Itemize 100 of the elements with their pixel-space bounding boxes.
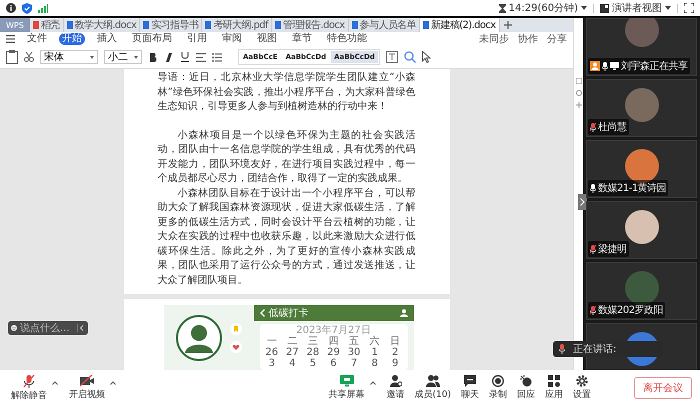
toolbar-action[interactable]: 未同步 xyxy=(479,32,509,46)
participant-tile[interactable]: 刘宇森正在共享 xyxy=(586,18,697,76)
menu-tab[interactable]: 引用 xyxy=(184,33,210,45)
avatar-photo-placeholder xyxy=(624,210,658,244)
chevron-right-icon xyxy=(580,198,585,206)
search-icon[interactable] xyxy=(404,51,416,63)
participant-tile[interactable]: 数媒202罗政阳 xyxy=(586,262,697,320)
menu-tab[interactable]: 视图 xyxy=(254,33,280,45)
calendar-day[interactable]: 3 xyxy=(262,358,282,369)
calendar-day[interactable]: 4 xyxy=(282,358,303,369)
calendar-day[interactable]: 30 xyxy=(344,347,364,358)
paste-icon[interactable] xyxy=(6,50,18,64)
user-icon xyxy=(400,309,408,317)
calendar-day[interactable]: 5 xyxy=(302,358,324,369)
leave-meeting-button[interactable]: 离开会议 xyxy=(634,377,692,399)
document-tab[interactable]: 实习指导书 xyxy=(140,18,202,32)
meeting-timer[interactable]: 14:29(60分钟) xyxy=(498,1,587,15)
toolbar-button[interactable]: 回应 xyxy=(514,375,538,401)
font-name-field[interactable]: 宋体 xyxy=(40,50,98,64)
user-silhouette-icon xyxy=(176,314,222,360)
scissors-icon[interactable] xyxy=(24,52,34,62)
calendar-day[interactable]: 1 xyxy=(364,347,385,358)
bookmark-icon xyxy=(230,322,242,334)
menu-tab[interactable]: 文件 xyxy=(24,33,50,45)
dropdown-icon xyxy=(581,6,587,10)
document-tab[interactable]: 稻壳 xyxy=(30,18,64,32)
cursor-icon[interactable] xyxy=(422,51,431,63)
weekday-label: 二 xyxy=(286,336,298,347)
bold-button[interactable] xyxy=(148,51,158,63)
toolbar-button[interactable]: 共享屏幕 xyxy=(326,375,368,401)
toolbar-button[interactable]: 成员(10) xyxy=(412,375,454,401)
avatar-photo-placeholder xyxy=(624,149,658,183)
calendar-day[interactable]: 28 xyxy=(302,347,324,358)
collapse-panel-button[interactable] xyxy=(578,194,587,210)
paragraph: 导语：近日，北京林业大学信息学院学生团队建立“小森林”绿色环保社会实践，推出小程序平台，为大家科普绿色生态知识，引导更多人参与到植树造林的行动中来！ xyxy=(158,71,416,114)
toolbar-action[interactable]: 协作 xyxy=(518,32,538,46)
view-mode-button[interactable]: 演讲者视图 xyxy=(600,1,671,15)
menu-tab[interactable]: 审阅 xyxy=(219,33,245,45)
info-icon[interactable] xyxy=(6,3,16,13)
calendar-day[interactable]: 29 xyxy=(323,347,344,358)
font-size-field[interactable]: 小二 xyxy=(104,50,142,64)
shield-icon[interactable] xyxy=(22,2,32,14)
italic-button[interactable] xyxy=(164,51,174,63)
document-tab[interactable]: 新建稿(2).docx xyxy=(420,18,500,32)
calendar-day[interactable]: 2 xyxy=(384,347,406,358)
layout-icon xyxy=(600,4,609,12)
weekday-label: 一 xyxy=(266,336,278,347)
calendar-day[interactable]: 8 xyxy=(364,358,385,369)
plus-icon[interactable] xyxy=(504,21,512,29)
chevron-left-icon[interactable] xyxy=(77,324,85,332)
menu-tab[interactable]: 章节 xyxy=(289,33,315,45)
calendar-day[interactable]: 9 xyxy=(384,358,406,369)
toolbar-button[interactable]: 邀请 xyxy=(384,375,408,401)
toolbar-button[interactable]: 开启视频 xyxy=(66,375,108,401)
underline-button[interactable] xyxy=(180,51,190,63)
calendar-day[interactable]: 7 xyxy=(344,358,364,369)
avatar-photo-placeholder xyxy=(624,271,658,305)
toolbar-button[interactable]: 解除静音 xyxy=(8,374,50,402)
paragraph: 小森林团队目标在于设计出一个小程序平台，可以帮助大众了解我国森林资源现状，促进大家低碳生活，了解更多的低碳生活方式，同时会设计平台云植树的功能，让大众在实践的过程中也收获乐趣，以此来激励大众进行低碳环保生活。除此之外，为了更好的宣传小森林实践成果，团队也采用了运行公众号的方式，通过发送推送，让大众了解团队项目。 xyxy=(158,186,416,288)
app-title: 低碳打卡 xyxy=(268,306,308,320)
avatar-photo-placeholder xyxy=(624,18,658,47)
microphone-icon xyxy=(559,344,565,354)
calendar-day[interactable]: 27 xyxy=(282,347,303,358)
participant-name: 杜尚慧 xyxy=(598,120,626,134)
participant-tile[interactable]: 梁捷明 xyxy=(586,201,697,259)
text-tool-icon[interactable] xyxy=(386,51,398,63)
participant-tile[interactable]: 数媒21-1黄诗园 xyxy=(586,140,697,198)
menu-icon[interactable] xyxy=(6,35,15,43)
caret-icon[interactable] xyxy=(52,380,58,384)
participant-name: 数媒202罗政阳 xyxy=(598,304,664,317)
menu-tab[interactable]: 开始 xyxy=(59,33,85,45)
caret-icon[interactable] xyxy=(370,381,376,385)
toolbar-button[interactable]: 录制 xyxy=(486,375,510,401)
toolbar-button[interactable]: 设置 xyxy=(570,375,594,401)
document-tab[interactable]: 考研大纲.pdf xyxy=(202,18,272,32)
participant-tile[interactable]: 杜尚慧 xyxy=(586,79,697,137)
chat-input[interactable]: 说点什么... xyxy=(8,321,88,335)
calendar-day[interactable]: 26 xyxy=(262,347,282,358)
document-tab[interactable]: 管理报告.docx xyxy=(272,18,349,32)
avatar-photo-placeholder xyxy=(624,88,658,122)
document-tab[interactable]: 教学大纲.docx xyxy=(64,18,140,32)
menu-tab[interactable]: 插入 xyxy=(94,33,120,45)
side-tool-icon[interactable] xyxy=(576,102,582,108)
speaking-label: 正在讲话: xyxy=(573,342,616,356)
fullscreen-icon[interactable] xyxy=(684,3,694,13)
weekday-label: 六 xyxy=(368,336,381,347)
emoji-icon[interactable] xyxy=(11,323,17,333)
calendar-day[interactable]: 6 xyxy=(323,358,344,369)
menu-tab[interactable]: 页面布局 xyxy=(129,33,175,45)
weekday-label: 三 xyxy=(306,336,319,347)
caret-icon[interactable] xyxy=(110,380,116,384)
toolbar-button[interactable]: 应用 xyxy=(542,375,566,401)
camera-off-icon xyxy=(80,375,94,387)
toolbar-action[interactable]: 分享 xyxy=(547,32,567,46)
toolbar-button[interactable]: 聊天 xyxy=(458,375,482,401)
reaction-icon xyxy=(520,375,532,387)
align-icon[interactable] xyxy=(196,52,206,62)
list-icon[interactable] xyxy=(212,52,222,62)
menu-tab[interactable]: 特色功能 xyxy=(324,33,370,45)
participant-name: 刘宇森正在共享 xyxy=(621,60,688,73)
